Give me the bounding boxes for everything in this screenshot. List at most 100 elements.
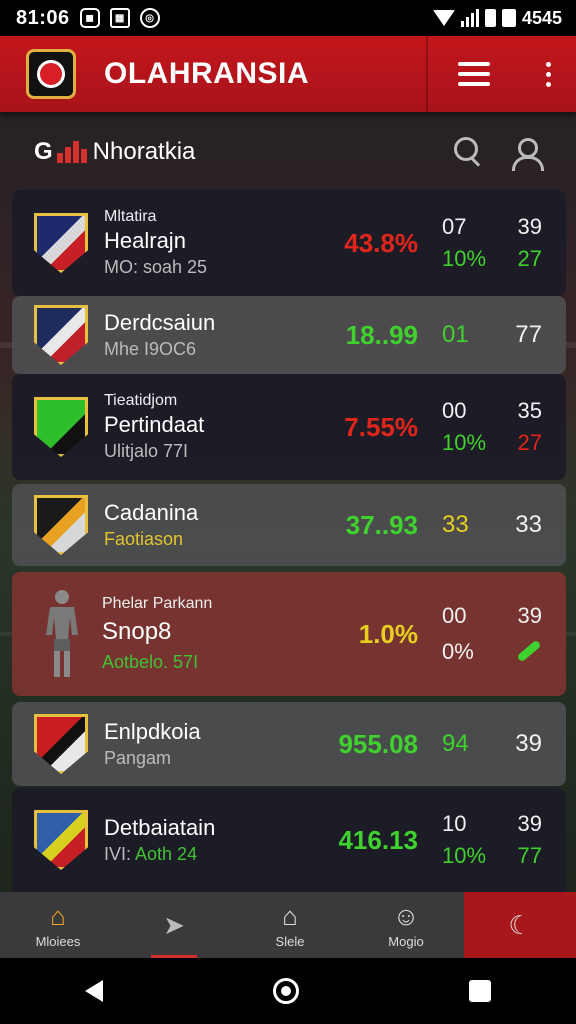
- sub-header: G Nhoratkia: [0, 112, 576, 192]
- nav-item-home[interactable]: ⌂ Mloiees: [0, 892, 116, 958]
- system-home-icon[interactable]: [273, 978, 299, 1004]
- team-league: Phelar Parkann: [102, 595, 213, 612]
- list-item[interactable]: Enlpdkoia Pangam 955.08 94 39: [12, 702, 566, 786]
- team-crest-icon: [34, 714, 88, 774]
- team-name: Derdcsaiun: [104, 310, 216, 335]
- nav-item-stats[interactable]: ⌂ Slele: [232, 892, 348, 958]
- bottom-navigation: ⌂ Mloiees ➤ ⌂ Slele ☺ Mogio ☾: [0, 892, 576, 958]
- team-name: Enlpdkoia: [104, 719, 201, 744]
- list-item[interactable]: Mltatira Healrajn MO: soah 25 43.8% 07 39…: [12, 190, 566, 296]
- team-meta: Aotbelo. 57I: [102, 650, 278, 674]
- stats-bottom-line: 10% 27: [442, 246, 542, 272]
- stat-bottom-b: 27: [517, 246, 542, 271]
- team-crest-icon: [34, 810, 88, 870]
- user-icon[interactable]: [506, 132, 546, 172]
- stat-top-a: 00: [442, 398, 467, 423]
- status-left: 81:06 ◼ ▦ ◎: [16, 7, 160, 30]
- stat-top-a: 07: [442, 214, 467, 239]
- team-info: Phelar Parkann Snop8 Aotbelo. 57I: [102, 594, 278, 674]
- list-item[interactable]: Detbaiatain IVI: Aoth 24 416.13 10 39 10%…: [12, 788, 566, 892]
- dot: [545, 61, 551, 67]
- meta-prefix: IVI:: [104, 844, 132, 864]
- check-icon: [516, 639, 542, 663]
- stat-bottom-a: 10%: [442, 246, 487, 271]
- team-meta: Ulitjalo 77I: [104, 441, 189, 461]
- stat-top-b: 39: [515, 730, 542, 757]
- team-meta: Faotiason: [104, 529, 184, 549]
- stat-bottom-b: 27: [517, 430, 542, 455]
- app-logo[interactable]: [26, 49, 76, 99]
- stat-top-a: 00: [442, 603, 467, 628]
- stats-top-line: 94 39: [442, 730, 542, 758]
- team-percentage: 416.13: [338, 824, 418, 855]
- app-header: OLAHRANSIA: [0, 36, 576, 112]
- search-icon[interactable]: [448, 132, 488, 172]
- stat-top-a: 33: [442, 511, 469, 538]
- team-crest-icon: [34, 305, 88, 365]
- stat-top-b: 39: [517, 214, 542, 239]
- house-outline-icon: ⌂: [282, 900, 298, 931]
- list-item[interactable]: Tieatidjom Pertindaat Ulitjalo 77I 7.55%…: [12, 374, 566, 480]
- nav-item-people[interactable]: ☺ Mogio: [348, 892, 464, 958]
- send-icon: ➤: [163, 910, 185, 940]
- recents-icon[interactable]: [469, 980, 491, 1002]
- home-icon: ⌂: [50, 900, 66, 931]
- status-bar: 81:06 ◼ ▦ ◎ 4545: [0, 0, 576, 36]
- team-percentage: 43.8%: [344, 227, 418, 258]
- team-percentage: 37..93: [345, 509, 418, 540]
- meta-value: Aotbelo. 57I: [102, 652, 199, 672]
- nav-item-send[interactable]: ➤: [116, 892, 232, 958]
- team-meta: IVI: Aoth 24: [104, 842, 278, 866]
- list-item[interactable]: Cadanina Faotiason 37..93 33 33: [12, 484, 566, 566]
- list-item[interactable]: Derdcsaiun Mhe I9OC6 18..99 01 77: [12, 296, 566, 374]
- team-league: Mltatira: [104, 208, 157, 225]
- hamburger-menu-button[interactable]: [428, 36, 520, 112]
- stat-bottom-b: 77: [517, 843, 542, 868]
- stats-top-line: 33 33: [442, 511, 542, 539]
- team-crest-icon: [34, 213, 88, 273]
- team-percentage: 7.55%: [344, 411, 418, 442]
- team-stats: 07 39 10% 27: [442, 214, 542, 272]
- team-meta: Pangam: [104, 748, 172, 768]
- nav-item-moon[interactable]: ☾: [464, 892, 576, 958]
- stat-top-b: 39: [517, 811, 542, 836]
- stat-top-a: 94: [442, 730, 469, 757]
- team-info: Tieatidjom Pertindaat Ulitjalo 77I: [104, 391, 278, 463]
- stats-top-line: 00 39: [442, 603, 542, 629]
- more-options-button[interactable]: [520, 36, 576, 112]
- menu-line: [458, 72, 490, 76]
- section-title: Nhoratkia: [92, 138, 196, 165]
- team-info: Detbaiatain IVI: Aoth 24: [104, 814, 278, 866]
- stat-top-b: 77: [515, 321, 542, 348]
- team-percentage: 1.0%: [358, 618, 418, 649]
- team-stats: 00 39 0%: [442, 603, 542, 665]
- stats-bottom-line: 10% 27: [442, 430, 542, 456]
- moon-icon: ☾: [508, 910, 532, 940]
- stats-top-line: 01 77: [442, 321, 542, 349]
- team-meta: MO: soah 25: [104, 257, 208, 277]
- stats-top-line: 07 39: [442, 214, 542, 240]
- team-crest-icon: [34, 495, 88, 555]
- team-stats: 00 35 10% 27: [442, 398, 542, 456]
- team-meta: Mhe I9OC6: [104, 339, 197, 359]
- team-info: Mltatira Healrajn MO: soah 25: [104, 207, 278, 279]
- dot: [545, 81, 551, 87]
- team-name: Cadanina: [104, 500, 199, 525]
- list-item[interactable]: Phelar Parkann Snop8 Aotbelo. 57I 1.0% 0…: [12, 572, 566, 696]
- stat-bottom-a: 10%: [442, 430, 487, 455]
- system-navigation: [0, 958, 576, 1024]
- team-league: Tieatidjom: [104, 392, 178, 409]
- back-icon[interactable]: [85, 980, 103, 1002]
- stats-bottom-line: 10% 77: [442, 843, 542, 869]
- player-figure-svg: [46, 590, 78, 677]
- team-stats: 33 33: [442, 511, 542, 539]
- people-icon: ☺: [392, 900, 420, 931]
- team-info: Enlpdkoia Pangam: [104, 718, 278, 770]
- app-icon: ▦: [109, 8, 130, 28]
- stats-bottom-line: 0%: [442, 639, 542, 665]
- app-title: OLAHRANSIA: [104, 57, 309, 90]
- status-time: 81:06: [16, 6, 70, 29]
- team-stats: 10 39 10% 77: [442, 811, 542, 869]
- battery-level: 4545: [521, 7, 562, 28]
- stat-top-a: 10: [442, 811, 467, 836]
